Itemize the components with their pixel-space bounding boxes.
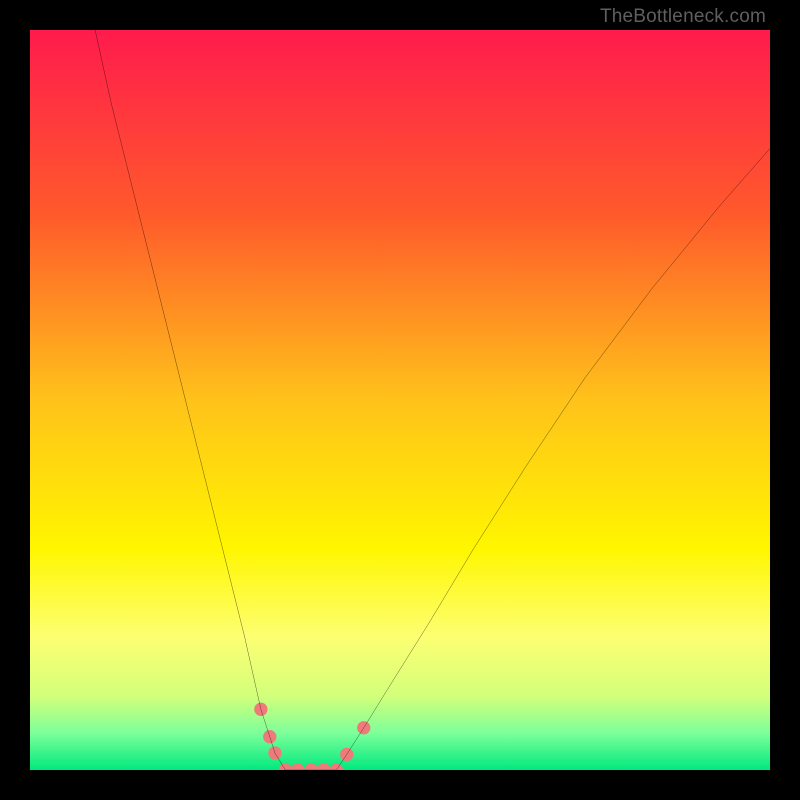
curve-layer (30, 30, 770, 770)
plot-area (30, 30, 770, 770)
curve-marker (305, 763, 318, 770)
curve-marker (330, 763, 343, 770)
curve-marker (317, 763, 330, 770)
bottleneck-curve (95, 30, 770, 770)
curve-marker (279, 763, 292, 770)
markers-group (254, 703, 370, 770)
watermark-text: TheBottleneck.com (600, 6, 766, 28)
chart-frame: TheBottleneck.com (0, 0, 800, 800)
curve-marker (291, 763, 304, 770)
